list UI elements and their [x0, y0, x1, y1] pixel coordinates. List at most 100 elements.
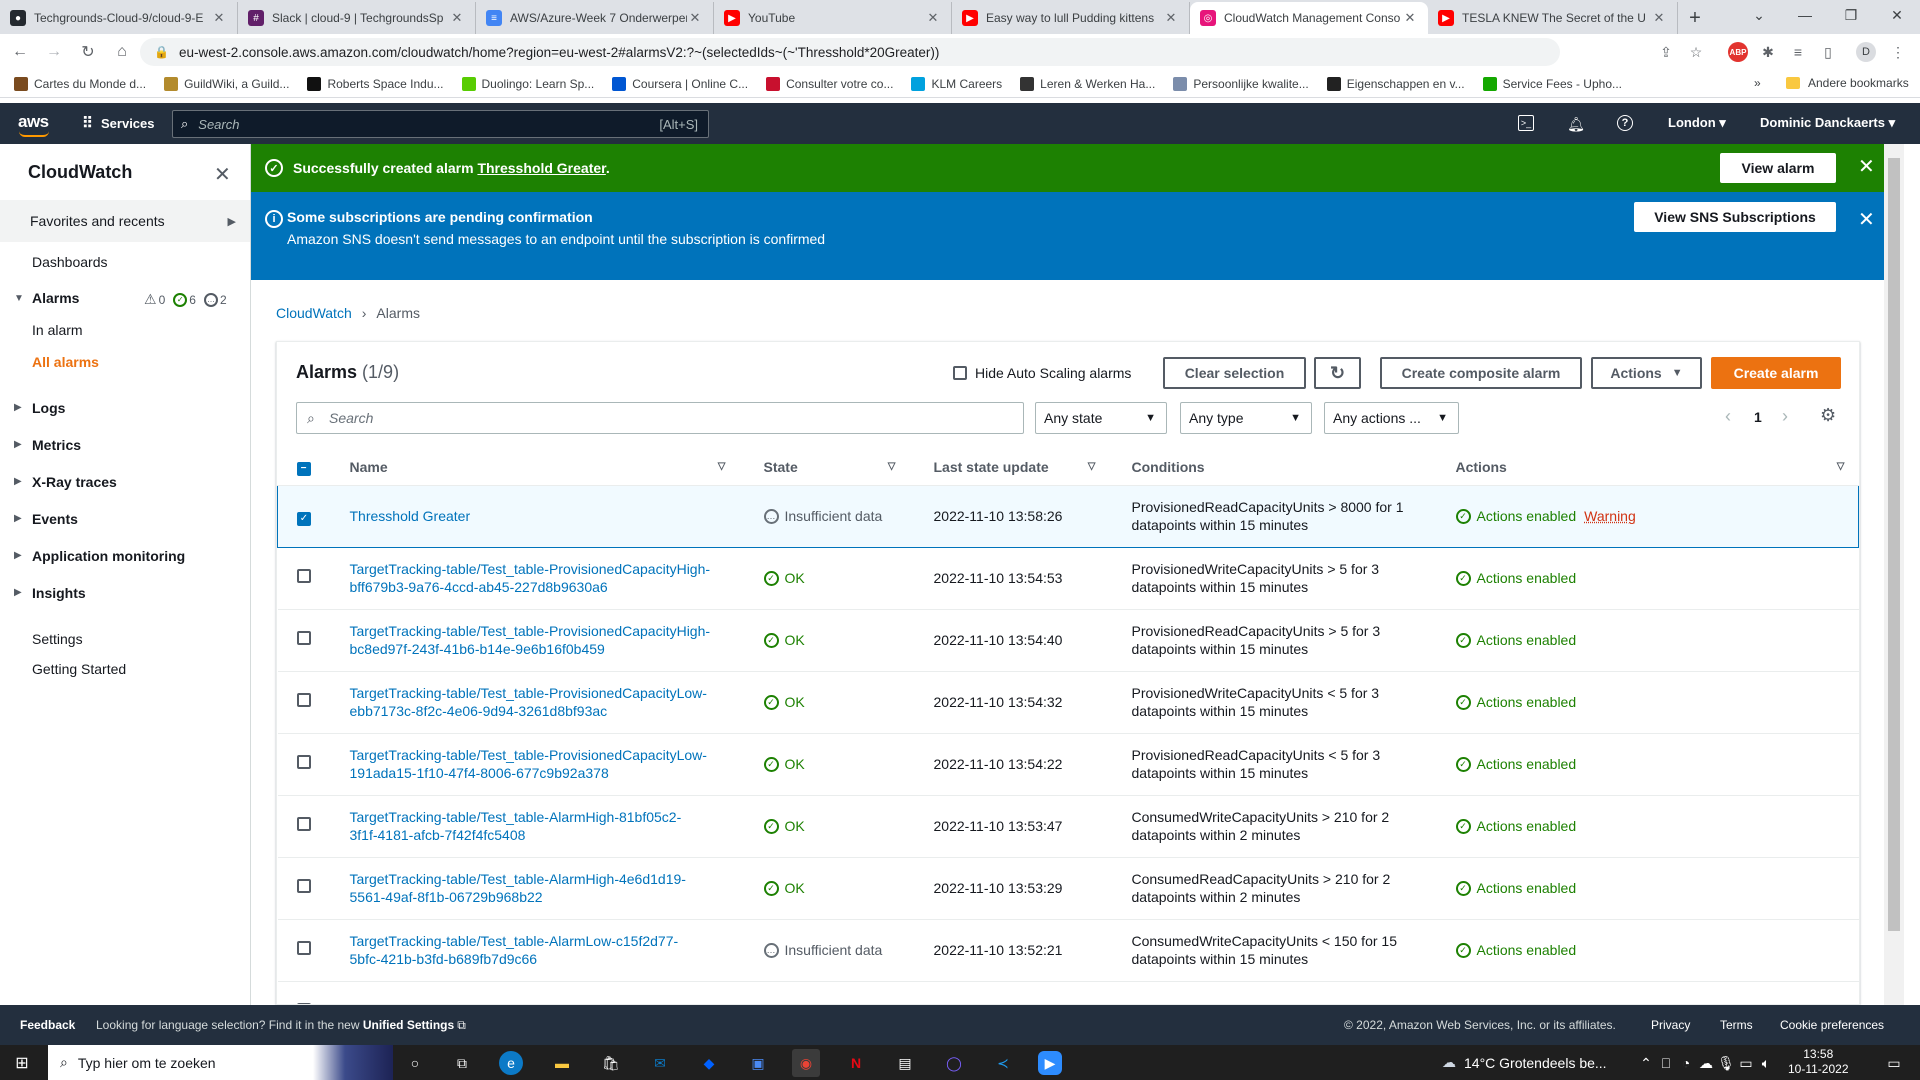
- bookmark-item[interactable]: Service Fees - Upho...: [1482, 76, 1622, 91]
- table-row[interactable]: TargetTracking-table/Test_table-Provisio…: [277, 547, 1859, 610]
- tray-icon[interactable]: ◔: [1676, 1049, 1696, 1077]
- refresh-button[interactable]: ↻: [1314, 357, 1361, 389]
- clock[interactable]: 13:58 10-11-2022: [1788, 1047, 1849, 1077]
- chrome-icon[interactable]: ◉: [792, 1049, 820, 1077]
- browser-tab[interactable]: ▶ YouTube ✕: [714, 2, 952, 34]
- side-panel-icon[interactable]: ▯: [1818, 42, 1838, 62]
- browser-tab[interactable]: # Slack | cloud-9 | TechgroundsSp ✕: [238, 2, 476, 34]
- back-icon[interactable]: ←: [6, 38, 34, 66]
- restore-icon[interactable]: ❐: [1828, 0, 1874, 30]
- caret-right-icon[interactable]: ▶: [14, 439, 22, 450]
- bookmark-item[interactable]: KLM Careers: [911, 76, 1002, 91]
- cortana-icon[interactable]: ○: [401, 1049, 429, 1077]
- alarm-name-link[interactable]: Thresshold Greater: [350, 508, 471, 524]
- reload-icon[interactable]: ↻: [74, 38, 102, 66]
- sidebar-item-xray[interactable]: X-Ray traces: [32, 474, 117, 490]
- dismiss-info-icon[interactable]: ✕: [1858, 207, 1875, 232]
- sidebar-item-logs[interactable]: Logs: [32, 400, 65, 416]
- row-checkbox[interactable]: [296, 879, 311, 893]
- cookie-preferences-link[interactable]: Cookie preferences: [1780, 1018, 1884, 1032]
- bookmark-item[interactable]: Leren & Werken Ha...: [1020, 76, 1155, 91]
- bookmark-item[interactable]: Coursera | Online C...: [612, 76, 748, 91]
- create-composite-alarm-button[interactable]: Create composite alarm: [1380, 357, 1582, 389]
- zoom-icon[interactable]: ▶: [1038, 1051, 1062, 1075]
- sidebar-item-application-monitoring[interactable]: Application monitoring: [32, 548, 185, 564]
- hide-autoscaling-toggle[interactable]: Hide Auto Scaling alarms: [953, 365, 1131, 381]
- select-all-checkbox[interactable]: −: [296, 461, 311, 476]
- close-sidebar-icon[interactable]: ✕: [214, 162, 231, 187]
- hide-autoscaling-checkbox[interactable]: [953, 366, 967, 380]
- home-icon[interactable]: ⌂: [108, 38, 136, 66]
- browser-tab[interactable]: ▶ TESLA KNEW The Secret of the U ✕: [1428, 2, 1678, 34]
- bookmark-item[interactable]: Eigenschappen en v...: [1326, 76, 1465, 91]
- page-number[interactable]: 1: [1754, 409, 1762, 425]
- tray-expand-icon[interactable]: ⌃: [1636, 1049, 1656, 1077]
- close-tab-icon[interactable]: ✕: [925, 10, 941, 26]
- volume-icon[interactable]: 🔈︎: [1756, 1049, 1776, 1077]
- alarm-name-link[interactable]: TargetTracking-table/Test_table-AlarmLow…: [350, 933, 679, 967]
- actions-dropdown-button[interactable]: Actions ▼: [1591, 357, 1702, 389]
- row-checkbox[interactable]: [296, 941, 311, 955]
- app-icon[interactable]: ▣: [744, 1049, 772, 1077]
- edge-icon[interactable]: e: [499, 1051, 523, 1075]
- table-row[interactable]: TargetTracking-table/Test_table-Provisio…: [277, 733, 1859, 796]
- account-menu[interactable]: Dominic Danckaerts ▾: [1760, 115, 1895, 131]
- region-selector[interactable]: London ▾: [1668, 115, 1726, 131]
- tray-icon[interactable]: ⎕: [1656, 1049, 1676, 1077]
- profile-avatar[interactable]: D: [1856, 42, 1876, 62]
- alarm-name-link[interactable]: TargetTracking-table/Test_table-AlarmHig…: [350, 809, 682, 843]
- console-search-input[interactable]: ⌕ Search [Alt+S]: [172, 110, 709, 138]
- browser-tab[interactable]: ● Techgrounds-Cloud-9/cloud-9-E ✕: [0, 2, 238, 34]
- adblock-icon[interactable]: ABP: [1728, 42, 1748, 62]
- table-row[interactable]: TargetTracking-table/Test_table-AlarmLow…: [277, 919, 1859, 982]
- browser-tab[interactable]: ≡ AWS/Azure-Week 7 Onderwerpen ✕: [476, 2, 714, 34]
- alarm-name-link[interactable]: TargetTracking-table/Test_table-Provisio…: [350, 685, 707, 719]
- onedrive-icon[interactable]: ☁: [1696, 1049, 1716, 1077]
- prev-page-icon[interactable]: ‹: [1725, 406, 1731, 427]
- page-scrollbar[interactable]: [1884, 144, 1904, 1005]
- other-bookmarks[interactable]: Andere bookmarks: [1786, 76, 1909, 90]
- next-page-icon[interactable]: ›: [1782, 406, 1788, 427]
- sidebar-item-metrics[interactable]: Metrics: [32, 437, 81, 453]
- row-checkbox[interactable]: [296, 631, 311, 645]
- table-row[interactable]: TargetTracking-table/Test_table-AlarmHig…: [277, 857, 1859, 920]
- vscode-icon[interactable]: ≺: [989, 1049, 1017, 1077]
- bookmark-item[interactable]: GuildWiki, a Guild...: [164, 76, 289, 91]
- row-checkbox[interactable]: [296, 569, 311, 583]
- app-icon[interactable]: ◯: [940, 1049, 968, 1077]
- bookmark-item[interactable]: Cartes du Monde d...: [14, 76, 146, 91]
- actions-filter-select[interactable]: Any actions ... ▼: [1324, 402, 1459, 434]
- task-view-icon[interactable]: ⧉: [448, 1049, 476, 1077]
- window-close-icon[interactable]: ✕: [1874, 0, 1920, 30]
- sidebar-item-alarms[interactable]: Alarms: [32, 290, 79, 306]
- bookmark-item[interactable]: Duolingo: Learn Sp...: [461, 76, 594, 91]
- cloudshell-icon[interactable]: >_: [1518, 115, 1534, 131]
- forward-icon[interactable]: →: [40, 38, 68, 66]
- close-tab-icon[interactable]: ✕: [1651, 10, 1667, 26]
- alarm-name-link[interactable]: TargetTracking-table/Test_table-Provisio…: [350, 561, 711, 595]
- close-tab-icon[interactable]: ✕: [211, 10, 227, 26]
- created-alarm-link[interactable]: Thresshold Greater: [477, 160, 605, 176]
- sidebar-item-getting-started[interactable]: Getting Started: [32, 661, 126, 677]
- terms-link[interactable]: Terms: [1720, 1018, 1753, 1032]
- sidebar-item-all-alarms[interactable]: All alarms: [32, 354, 99, 370]
- tab-search-icon[interactable]: ⌄: [1736, 0, 1782, 30]
- minimize-icon[interactable]: —: [1782, 0, 1828, 30]
- notifications-icon[interactable]: ▭: [1882, 1049, 1906, 1077]
- close-tab-icon[interactable]: ✕: [687, 10, 703, 26]
- row-checkbox[interactable]: [296, 693, 311, 707]
- store-icon[interactable]: 🛍︎: [597, 1049, 625, 1077]
- clear-selection-button[interactable]: Clear selection: [1163, 357, 1306, 389]
- bookmark-item[interactable]: Consulter votre co...: [766, 76, 893, 91]
- column-actions[interactable]: Actions ▽: [1433, 449, 1859, 486]
- close-tab-icon[interactable]: ✕: [1402, 10, 1418, 26]
- extensions-icon[interactable]: ✱: [1758, 42, 1778, 62]
- new-tab-button[interactable]: +: [1678, 2, 1712, 34]
- table-row[interactable]: TargetTracking-table/Test_table-AlarmLow…: [277, 981, 1859, 1004]
- column-state[interactable]: State ▽: [739, 449, 910, 486]
- alarm-name-link[interactable]: TargetTracking-table/Test_table-AlarmHig…: [350, 871, 686, 905]
- scrollbar-thumb[interactable]: [1888, 158, 1900, 931]
- bookmark-item[interactable]: Roberts Space Indu...: [307, 76, 444, 91]
- view-sns-subscriptions-button[interactable]: View SNS Subscriptions: [1634, 202, 1836, 232]
- sidebar-item-dashboards[interactable]: Dashboards: [32, 254, 108, 270]
